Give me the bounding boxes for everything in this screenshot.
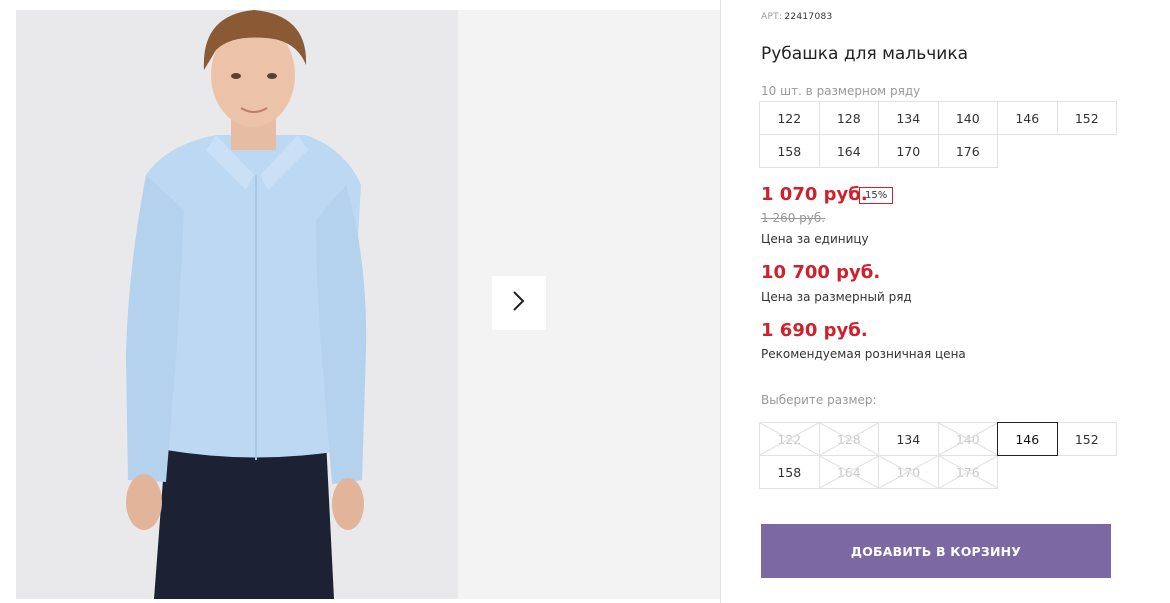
size-row-cell: 152 [1056, 101, 1117, 135]
size-option-158[interactable]: 158 [759, 455, 820, 489]
size-row-label: 10 шт. в размерном ряду [761, 84, 921, 98]
unavailable-cross-icon [760, 423, 819, 455]
size-option-170: 170 [878, 455, 939, 489]
product-title: Рубашка для мальчика [761, 44, 969, 64]
size-row-cell: 134 [878, 101, 939, 135]
size-row-cell: 128 [818, 101, 879, 135]
size-option-label: 146 [1015, 431, 1040, 447]
size-option-152[interactable]: 152 [1056, 422, 1117, 456]
size-option-134[interactable]: 134 [878, 422, 939, 456]
unavailable-cross-icon [939, 456, 998, 488]
row-price-caption: Цена за размерный ряд [761, 290, 912, 304]
size-row-cell: 170 [878, 134, 939, 168]
discount-badge: 15% [859, 187, 894, 204]
unavailable-cross-icon [879, 456, 938, 488]
choose-size-label: Выберите размер: [761, 393, 877, 407]
article-value: 22417083 [784, 12, 833, 22]
row-price: 10 700 руб. [761, 262, 881, 283]
unit-price-caption: Цена за единицу [761, 232, 869, 246]
size-option-122: 122 [759, 422, 820, 456]
size-option-140: 140 [937, 422, 998, 456]
size-option-164: 164 [818, 455, 879, 489]
size-option-label: 158 [777, 464, 802, 480]
unit-price: 1 070 руб. [761, 184, 868, 205]
product-gallery [0, 0, 720, 603]
size-option-label: 152 [1074, 431, 1099, 447]
boy-in-shirt-image [126, 10, 367, 599]
product-photo [16, 10, 458, 599]
next-image-button[interactable] [492, 276, 546, 330]
retail-price-caption: Рекомендуемая розничная цена [761, 347, 966, 361]
add-to-cart-button[interactable]: ДОБАВИТЬ В КОРЗИНУ [761, 524, 1111, 578]
size-row-cell: 146 [997, 101, 1058, 135]
retail-price: 1 690 руб. [761, 320, 868, 341]
size-option-146[interactable]: 146 [997, 422, 1058, 456]
old-price: 1 260 руб. [761, 211, 826, 225]
unavailable-cross-icon [820, 456, 879, 488]
unavailable-cross-icon [820, 423, 879, 455]
size-row-grid: 122 128 134 140 146 152 158 164 170 176 [759, 101, 1117, 168]
article-number: АРТ: 22417083 [761, 12, 833, 22]
size-row-cell: 164 [818, 134, 879, 168]
size-row-cell: 176 [937, 134, 998, 168]
unavailable-cross-icon [939, 423, 998, 455]
size-row-cell: 122 [759, 101, 820, 135]
size-option-176: 176 [937, 455, 998, 489]
chevron-right-icon [512, 290, 526, 316]
size-select-grid: 122128 134 140 146 152 158 164170176 [759, 422, 1117, 489]
size-option-label: 134 [896, 431, 921, 447]
article-label: АРТ: [761, 12, 783, 22]
size-row-cell: 140 [937, 101, 998, 135]
size-row-cell: 158 [759, 134, 820, 168]
size-option-128: 128 [818, 422, 879, 456]
divider [720, 0, 721, 603]
